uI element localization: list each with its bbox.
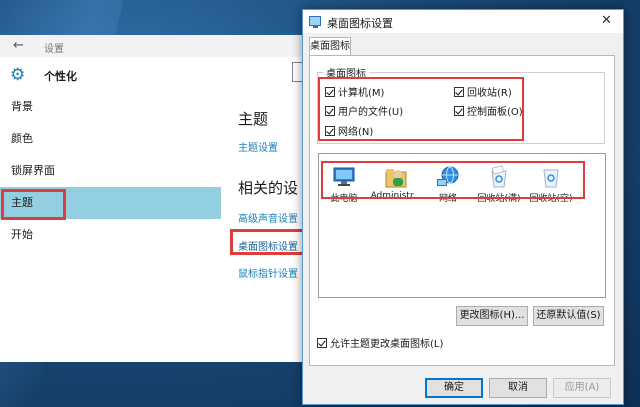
- cancel-button[interactable]: 取消: [489, 378, 547, 398]
- nav-item-label: 颜色: [11, 132, 33, 145]
- nav-item-lockscreen[interactable]: 锁屏界面: [0, 155, 221, 187]
- tab-desktop-icons[interactable]: 桌面图标: [309, 37, 351, 56]
- gear-icon: ⚙: [10, 65, 26, 85]
- restore-default-button[interactable]: 还原默认值(S): [533, 306, 604, 326]
- page-title: 个性化: [44, 70, 77, 83]
- apply-button[interactable]: 应用(A): [553, 378, 611, 398]
- advanced-sound-settings-link[interactable]: 高级声音设置: [238, 210, 298, 225]
- nav-item-label: 背景: [11, 100, 33, 113]
- highlight-box-checkboxes: [318, 77, 524, 141]
- highlight-box-themes: [1, 189, 66, 220]
- nav-item-label: 锁屏界面: [11, 164, 55, 177]
- nav-item-label: 开始: [11, 228, 33, 241]
- theme-settings-link[interactable]: 主题设置: [238, 139, 278, 154]
- nav-item-background[interactable]: 背景: [0, 91, 221, 123]
- section-title: 主题: [238, 110, 269, 128]
- change-icon-button[interactable]: 更改图标(H)...: [456, 306, 528, 326]
- desktop-icon-settings-dialog: 桌面图标设置 ✕ 桌面图标 桌面图标 计算机(M) 回收站(R) 用户的文件(U…: [302, 9, 624, 405]
- close-icon[interactable]: ✕: [601, 13, 612, 28]
- settings-window: ← 设置 ⚙ 个性化 背景 颜色 锁屏界面 主题 开始 主题 主题设置 相关的设…: [0, 35, 308, 362]
- highlight-box-desktop-icon-link: [230, 229, 306, 255]
- checkbox-checked-icon: [317, 338, 327, 348]
- ok-button[interactable]: 确定: [425, 378, 483, 398]
- back-arrow-icon[interactable]: ←: [13, 38, 24, 53]
- nav-item-start[interactable]: 开始: [0, 219, 221, 251]
- related-settings-title: 相关的设: [238, 179, 299, 197]
- settings-app-title: 设置: [44, 44, 64, 55]
- desktop-settings-icon: [309, 16, 321, 28]
- mouse-pointer-settings-link[interactable]: 鼠标指针设置: [238, 265, 298, 280]
- highlight-box-icons: [321, 161, 585, 199]
- checkbox-label: 允许主题更改桌面图标(L): [330, 339, 444, 350]
- nav-item-colors[interactable]: 颜色: [0, 123, 221, 155]
- dialog-title: 桌面图标设置: [327, 17, 393, 30]
- allow-themes-checkbox[interactable]: 允许主题更改桌面图标(L): [317, 335, 444, 350]
